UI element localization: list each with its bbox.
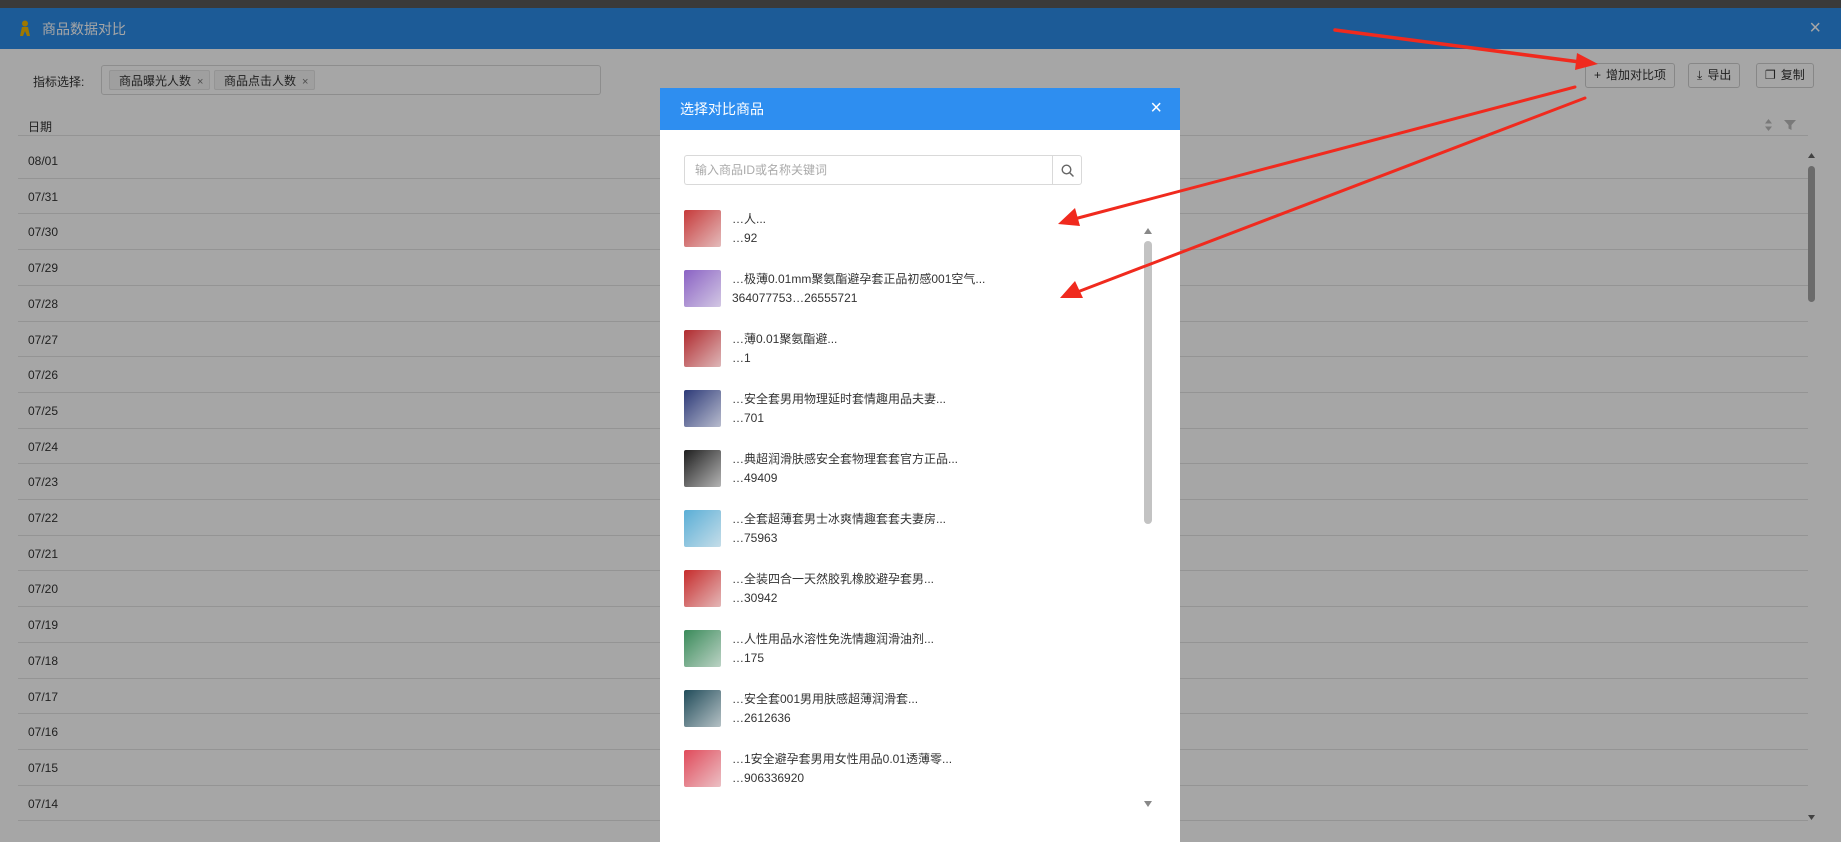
product-id: …1 (732, 351, 751, 365)
list-scrollbar-thumb[interactable] (1144, 241, 1152, 524)
search-icon (1061, 164, 1074, 177)
product-list-item[interactable]: …极薄0.01mm聚氨酯避孕套正品初感001空气... 364077753…265… (684, 266, 1114, 310)
product-thumbnail (684, 270, 721, 307)
product-list-item[interactable]: …人... …92 (684, 206, 1114, 250)
product-thumbnail (684, 510, 721, 547)
product-id: …701 (732, 411, 765, 425)
product-list-item[interactable]: …人性用品水溶性免洗情趣润滑油剂... …175 (684, 626, 1114, 670)
product-thumbnail (684, 570, 721, 607)
product-name: …人... (732, 212, 767, 226)
product-list: …人... …92 …极薄0.01mm聚氨酯避孕套正品初感001空气... 36407… (684, 206, 1114, 806)
product-id: 364077753…26555721 (732, 291, 858, 305)
select-compare-product-dialog: 选择对比商品 × …人... …92 …极薄0.01mm聚氨酯避孕套正品初感001空… (660, 88, 1180, 842)
product-id: …2612636 (732, 711, 791, 725)
product-name: …安全套001男用肤感超薄润滑套... (732, 692, 919, 706)
product-id: …906336920 (732, 771, 805, 785)
product-thumbnail (684, 210, 721, 247)
product-name: …安全套男用物理延时套情趣用品夫妻... (732, 392, 947, 406)
product-list-item[interactable]: …典超润滑肤感安全套物理套套官方正品... …49409 (684, 446, 1114, 490)
product-name: …全套超薄套男士冰爽情趣套套夫妻房... (732, 512, 947, 526)
product-name: …人性用品水溶性免洗情趣润滑油剂... (732, 632, 935, 646)
search-button[interactable] (1052, 155, 1082, 185)
product-id: …75963 (732, 531, 778, 545)
product-list-item[interactable]: …1安全避孕套男用女性用品0.01透薄零... …906336920 (684, 746, 1114, 790)
product-list-item[interactable]: …全装四合一天然胶乳橡胶避孕套男... …30942 (684, 566, 1114, 610)
product-thumbnail (684, 690, 721, 727)
product-id: …30942 (732, 591, 778, 605)
product-thumbnail (684, 450, 721, 487)
list-scroll-down-icon[interactable] (1143, 800, 1153, 808)
product-name: …典超润滑肤感安全套物理套套官方正品... (732, 452, 959, 466)
product-list-item[interactable]: …全套超薄套男士冰爽情趣套套夫妻房... …75963 (684, 506, 1114, 550)
product-list-item[interactable]: …薄0.01聚氨酯避... …1 (684, 326, 1114, 370)
product-id: …49409 (732, 471, 778, 485)
dialog-title: 选择对比商品 (680, 101, 764, 117)
product-id: …92 (732, 231, 758, 245)
product-name: …全装四合一天然胶乳橡胶避孕套男... (732, 572, 935, 586)
product-list-item[interactable]: …安全套男用物理延时套情趣用品夫妻... …701 (684, 386, 1114, 430)
product-thumbnail (684, 330, 721, 367)
dialog-header: 选择对比商品 × (660, 88, 1180, 130)
product-thumbnail (684, 390, 721, 427)
dialog-close-icon[interactable]: × (1150, 98, 1162, 118)
product-thumbnail (684, 750, 721, 787)
product-search-input[interactable] (684, 155, 1052, 185)
list-scroll-up-icon[interactable] (1143, 227, 1153, 235)
product-list-item[interactable]: …安全套001男用肤感超薄润滑套... …2612636 (684, 686, 1114, 730)
product-name: …1安全避孕套男用女性用品0.01透薄零... (732, 752, 953, 766)
product-thumbnail (684, 630, 721, 667)
product-name: …极薄0.01mm聚氨酯避孕套正品初感001空气... (732, 272, 986, 286)
product-id: …175 (732, 651, 765, 665)
product-name: …薄0.01聚氨酯避... (732, 332, 838, 346)
